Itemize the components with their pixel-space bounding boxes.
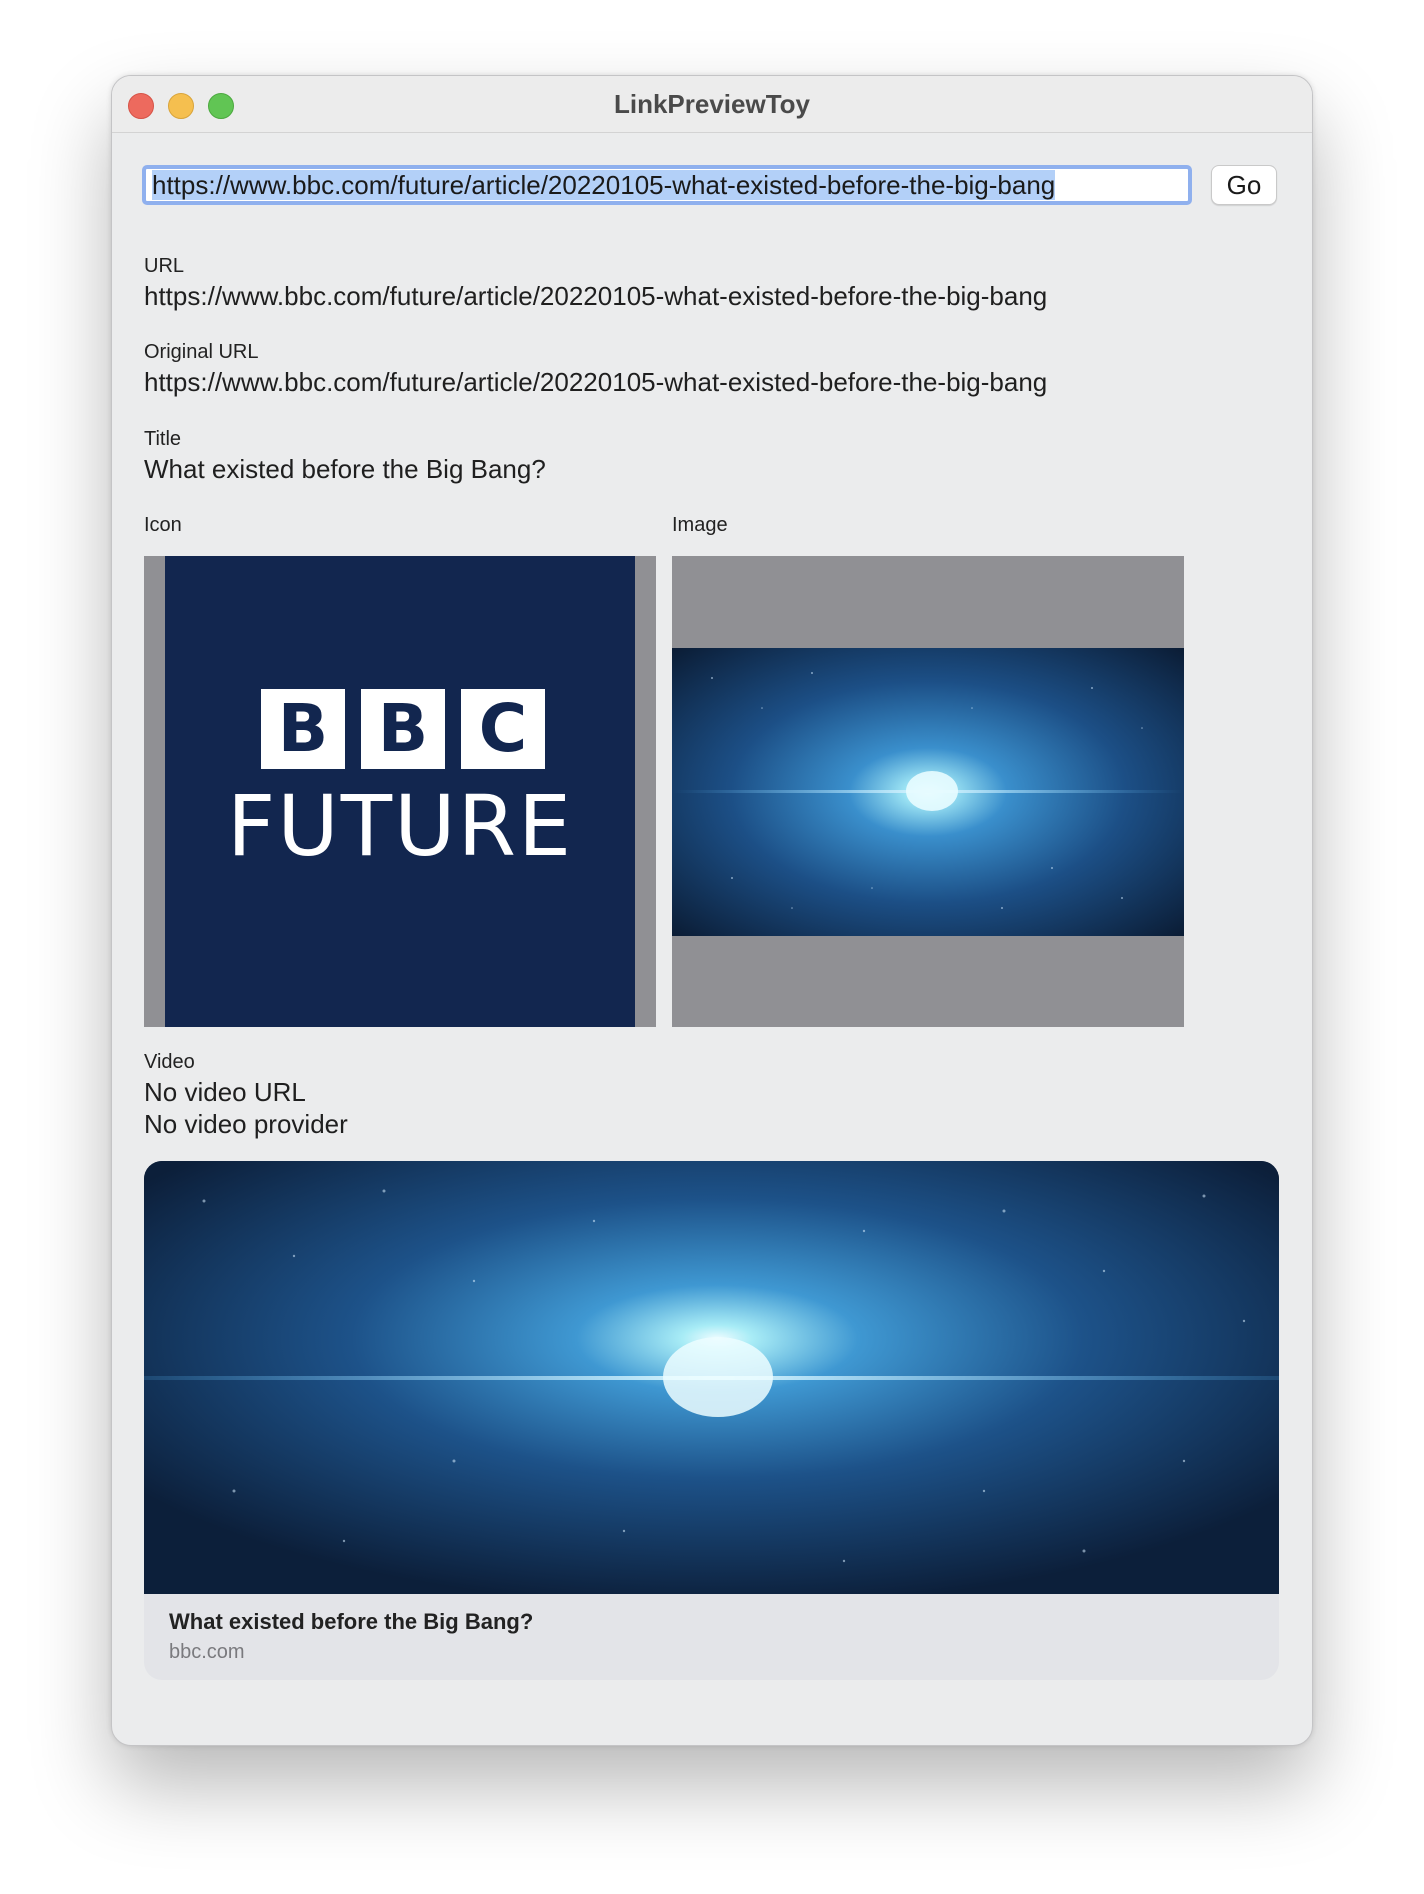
title-label: Title — [144, 428, 182, 450]
bbc-future-logo: B B C FUTURE — [165, 556, 635, 1027]
url-input[interactable]: https://www.bbc.com/future/article/20220… — [142, 165, 1192, 205]
preview-domain: bbc.com — [169, 1641, 245, 1663]
bbc-letter-b2: B — [361, 689, 445, 769]
title-value: What existed before the Big Bang? — [144, 454, 546, 484]
preview-title: What existed before the Big Bang? — [169, 1609, 534, 1634]
title-bar[interactable]: LinkPreviewToy — [112, 76, 1312, 133]
original-url-value: https://www.bbc.com/future/article/20220… — [144, 367, 1048, 397]
go-button[interactable]: Go — [1211, 165, 1277, 205]
link-preview-card[interactable]: What existed before the Big Bang? bbc.co… — [144, 1161, 1279, 1680]
window-title: LinkPreviewToy — [613, 89, 811, 119]
url-label: URL — [144, 255, 185, 277]
bbc-future-wordmark: FUTURE — [226, 777, 574, 875]
video-url-value: No video URL — [144, 1077, 306, 1107]
og-image-well — [672, 556, 1184, 1027]
app-window: LinkPreviewToy https://www.bbc.com/futur… — [111, 75, 1313, 1746]
bbc-letter-b1: B — [261, 689, 345, 769]
image-label: Image — [672, 514, 728, 536]
preview-image — [144, 1161, 1279, 1594]
video-provider-value: No video provider — [144, 1109, 348, 1139]
original-url-label: Original URL — [144, 341, 259, 363]
og-image-space — [672, 648, 1184, 936]
url-input-text: https://www.bbc.com/future/article/20220… — [152, 170, 1056, 200]
icon-image-well: B B C FUTURE — [144, 556, 656, 1027]
url-value: https://www.bbc.com/future/article/20220… — [144, 281, 1048, 311]
bbc-letter-c: C — [461, 689, 545, 769]
icon-label: Icon — [144, 514, 182, 536]
video-label: Video — [144, 1051, 195, 1073]
bbc-letter-boxes: B B C — [261, 689, 545, 769]
